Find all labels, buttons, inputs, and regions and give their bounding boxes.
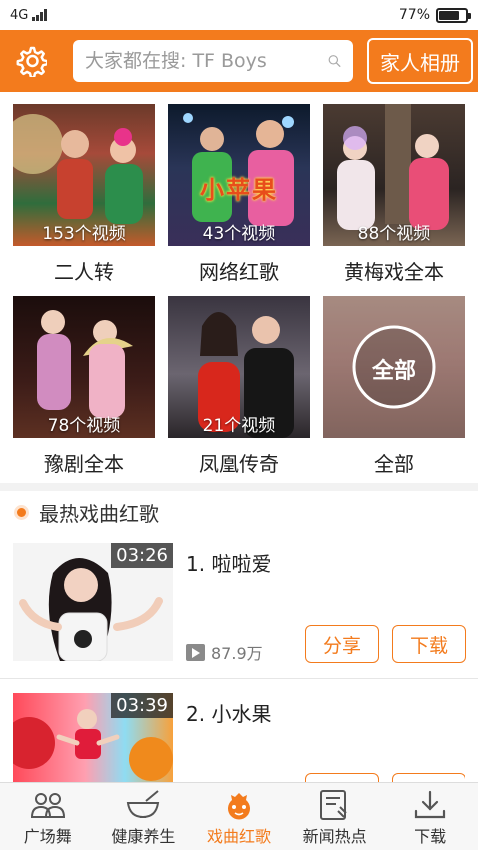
tab-download[interactable]: 下载 — [382, 783, 478, 850]
play-count-value: 87.9万 — [211, 644, 263, 663]
category-phoenix-legend[interactable]: 21个视频 凤凰传奇 — [168, 296, 310, 477]
battery-percent: 77% — [398, 7, 430, 23]
category-all[interactable]: 全部 全部 — [323, 296, 465, 477]
song-thumbnail[interactable]: 03:39 — [13, 693, 173, 782]
tab-opera-songs[interactable]: 戏曲红歌 — [191, 783, 287, 850]
category-label: 凤凰传奇 — [199, 452, 279, 476]
song-item[interactable]: 03:26 1. 啦啦爱 87.9万 分享 下载 — [13, 543, 466, 664]
category-label: 豫剧全本 — [44, 452, 124, 476]
section-dot-icon — [14, 505, 29, 520]
tab-news[interactable]: 新闻热点 — [287, 783, 383, 850]
opera-icon — [227, 793, 250, 820]
tab-label: 下载 — [414, 827, 447, 846]
video-count: 88个视频 — [357, 224, 431, 244]
app-header: 家人相册 — [0, 30, 478, 92]
share-button[interactable] — [305, 773, 379, 782]
tab-label: 新闻热点 — [302, 827, 367, 846]
people-icon — [30, 793, 65, 818]
video-count: 153个视频 — [42, 224, 126, 244]
play-icon — [186, 643, 205, 661]
settings-button[interactable] — [0, 30, 62, 92]
song-item[interactable]: 03:39 2. 小水果 — [13, 693, 465, 782]
bottom-tab-bar: 广场舞 健康养生 戏曲红歌 新闻热点 下载 — [0, 782, 478, 850]
network-type: 4G — [10, 7, 29, 23]
category-yu-opera[interactable]: 78个视频 豫剧全本 — [13, 296, 155, 477]
download-button[interactable] — [392, 773, 465, 782]
status-bar: 4G 77% — [0, 0, 478, 30]
song-title[interactable]: 1. 啦啦爱 — [186, 548, 271, 577]
category-thumbnail: 全部 — [323, 296, 465, 438]
gear-icon — [16, 46, 47, 77]
search-box[interactable] — [73, 40, 353, 82]
category-errenzhuan[interactable]: 153个视频 二人转 — [13, 104, 155, 285]
category-huangmei-opera[interactable]: 88个视频 黄梅戏全本 — [323, 104, 465, 285]
category-label: 二人转 — [54, 260, 114, 284]
category-thumbnail: 小苹果 43个视频 — [168, 104, 310, 246]
category-thumbnail: 21个视频 — [168, 296, 310, 438]
signal-icon — [32, 9, 48, 21]
tab-label: 戏曲红歌 — [206, 827, 271, 846]
battery-icon — [436, 7, 471, 23]
video-count: 21个视频 — [202, 416, 276, 436]
download-button[interactable]: 下载 — [392, 625, 466, 663]
song-thumbnail[interactable]: 03:26 — [13, 543, 173, 661]
video-count: 43个视频 — [202, 224, 276, 244]
bowl-icon — [127, 790, 160, 819]
section-divider — [0, 483, 478, 491]
share-button[interactable]: 分享 — [305, 625, 379, 663]
all-badge: 全部 — [371, 359, 416, 384]
category-label: 全部 — [374, 452, 414, 476]
duration-badge: 03:39 — [111, 693, 173, 718]
category-thumbnail: 88个视频 — [323, 104, 465, 246]
tab-health[interactable]: 健康养生 — [96, 783, 192, 850]
video-count: 78个视频 — [47, 416, 121, 436]
download-icon — [415, 790, 446, 819]
category-thumbnail: 78个视频 — [13, 296, 155, 438]
song-separator — [0, 678, 478, 679]
overlay-text: 小苹果 — [200, 176, 278, 204]
category-thumbnail: 153个视频 — [13, 104, 155, 246]
category-label: 网络红歌 — [199, 260, 279, 284]
song-title[interactable]: 2. 小水果 — [186, 698, 271, 727]
category-internet-songs[interactable]: 小苹果 43个视频 网络红歌 — [168, 104, 310, 285]
tab-label: 广场舞 — [23, 827, 72, 846]
family-album-button[interactable]: 家人相册 — [367, 38, 473, 84]
category-label: 黄梅戏全本 — [344, 260, 444, 284]
search-icon[interactable] — [328, 50, 341, 72]
tab-label: 健康养生 — [111, 827, 176, 846]
search-input[interactable] — [85, 50, 328, 72]
play-count: 87.9万 — [186, 640, 263, 664]
news-icon — [319, 790, 347, 820]
section-header: 最热戏曲红歌 — [14, 498, 159, 527]
duration-badge: 03:26 — [111, 543, 173, 568]
tab-square-dance[interactable]: 广场舞 — [0, 783, 96, 850]
section-title: 最热戏曲红歌 — [39, 502, 159, 526]
